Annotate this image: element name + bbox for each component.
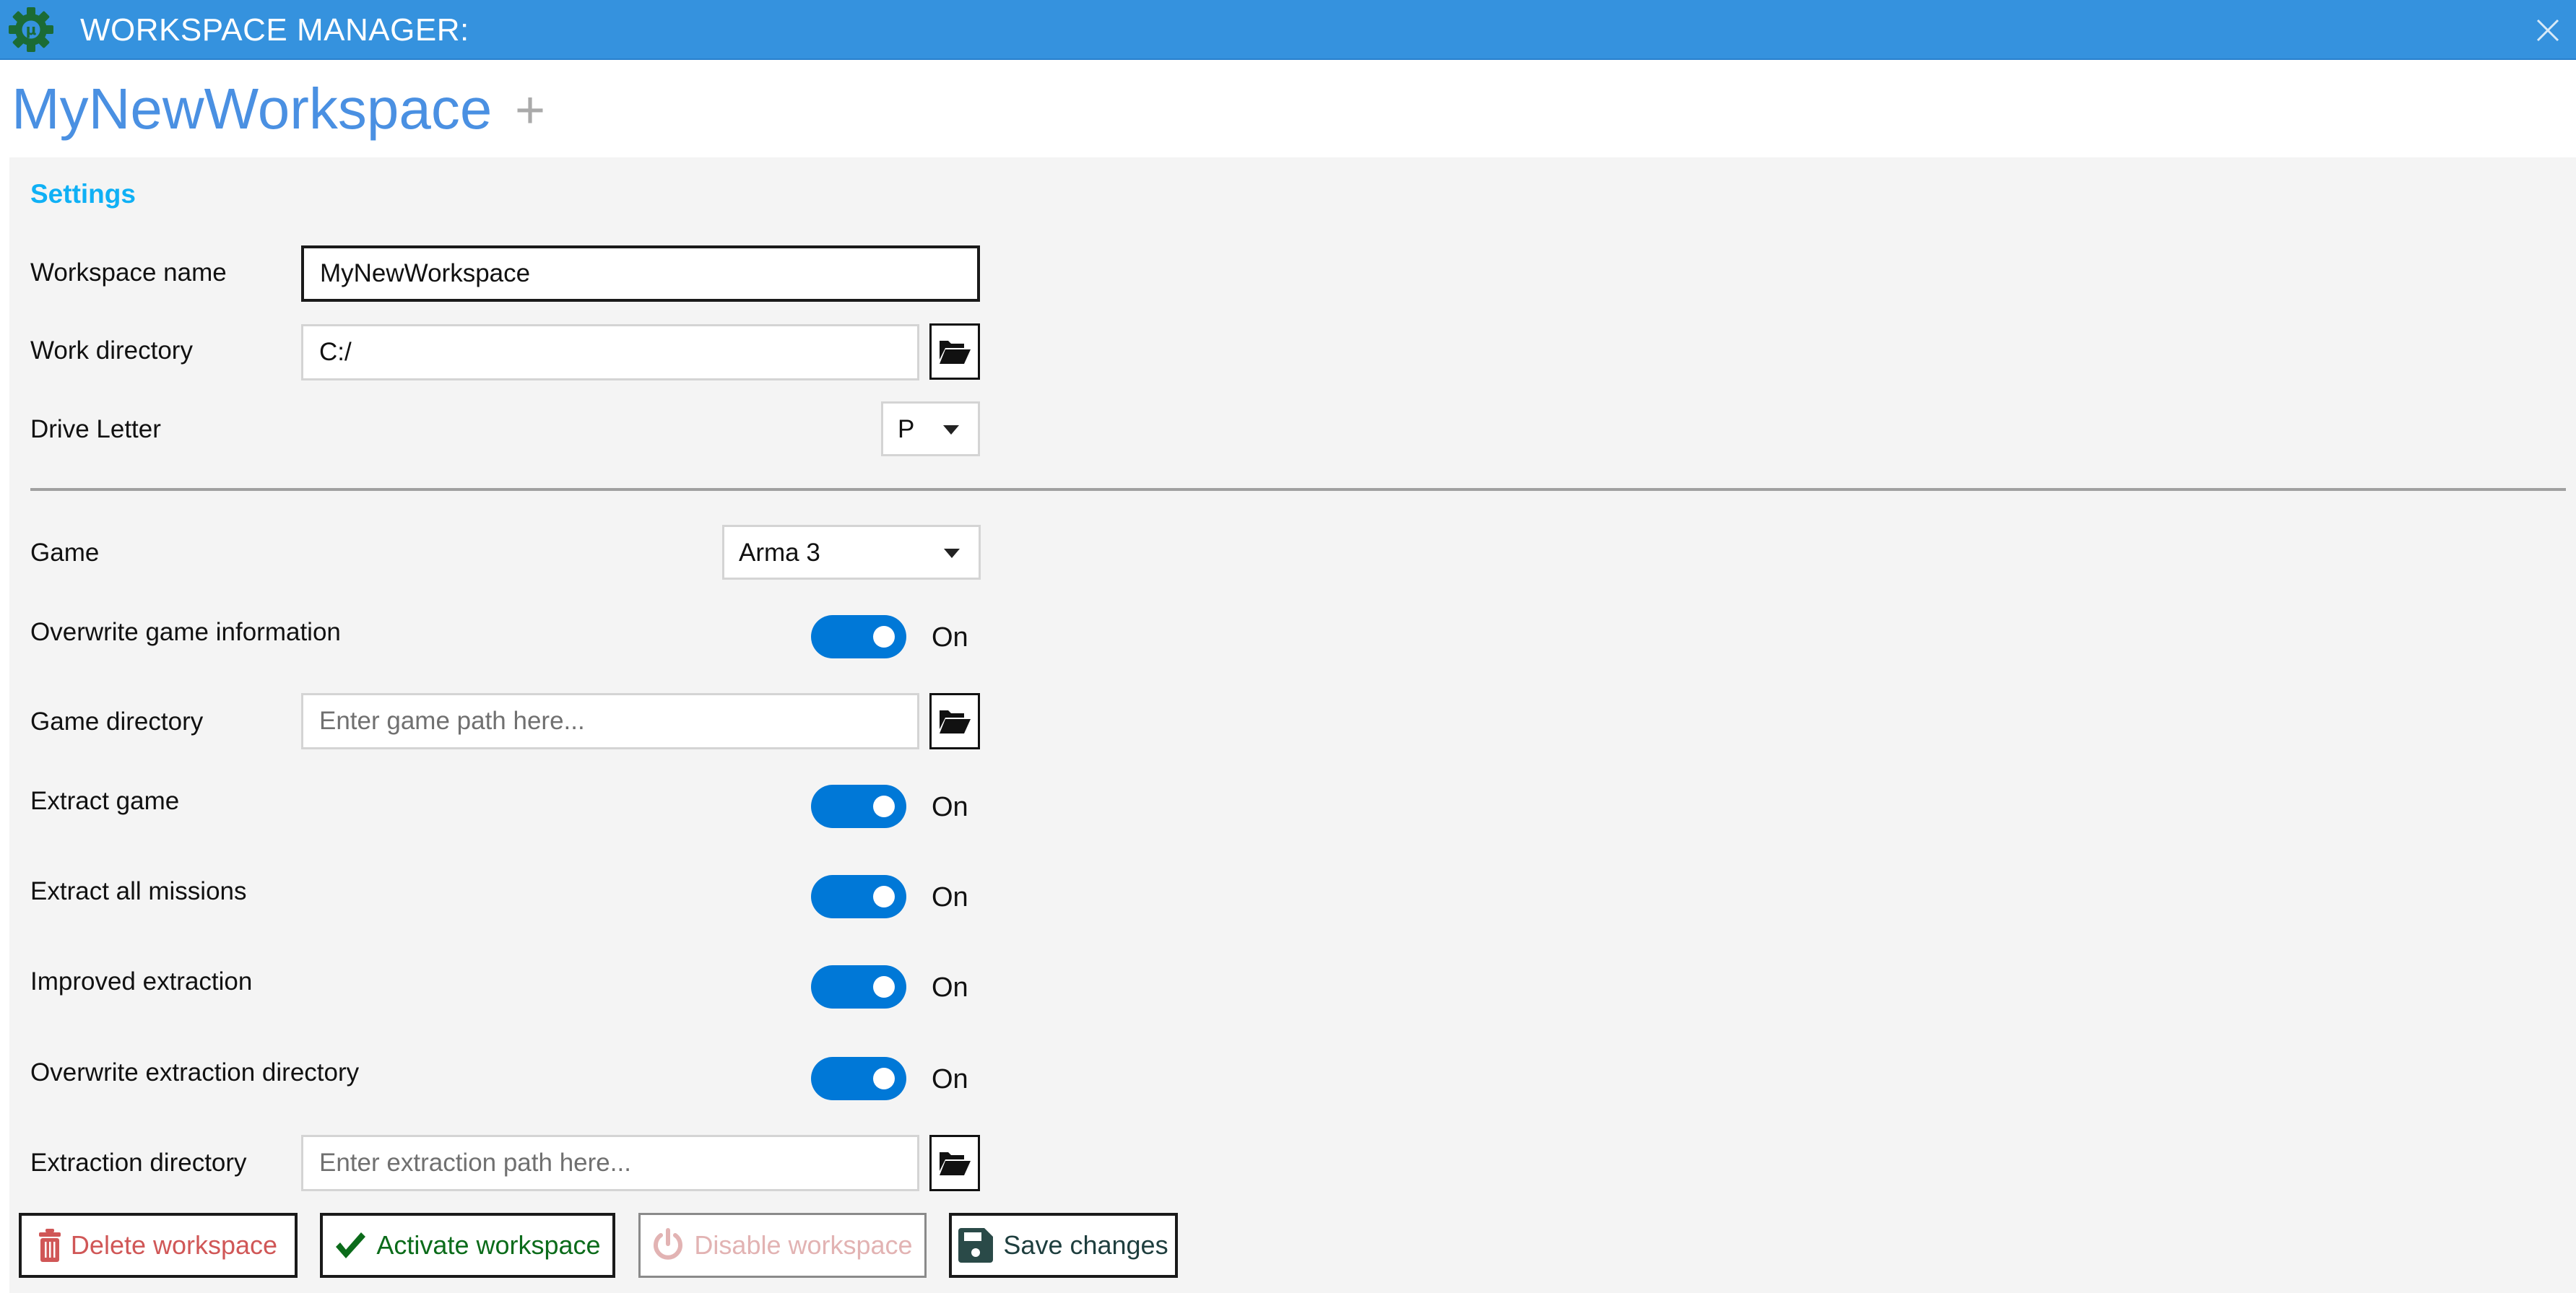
disable-workspace-button[interactable]: Disable workspace <box>638 1213 927 1278</box>
extraction-directory-label: Extraction directory <box>30 1149 247 1177</box>
activate-workspace-label: Activate workspace <box>376 1230 601 1260</box>
drive-letter-value: P <box>898 415 915 443</box>
overwrite-game-info-state: On <box>932 622 968 653</box>
work-directory-browse-button[interactable] <box>929 323 980 380</box>
toggle-knob <box>873 1068 895 1089</box>
gear-mu-icon: μ <box>9 7 53 52</box>
toggle-knob <box>873 886 895 907</box>
power-icon <box>654 1228 683 1260</box>
overwrite-game-info-toggle[interactable] <box>811 615 906 658</box>
improved-extraction-state: On <box>932 972 968 1003</box>
folder-open-icon <box>940 341 971 364</box>
folder-open-icon <box>940 1152 971 1175</box>
improved-extraction-toggle[interactable] <box>811 965 906 1009</box>
svg-text:μ: μ <box>26 21 37 38</box>
trash-icon <box>38 1229 61 1262</box>
floppy-disk-icon <box>958 1228 994 1263</box>
folder-open-icon <box>940 710 971 733</box>
extract-all-missions-state: On <box>932 882 968 913</box>
chevron-down-icon <box>943 425 959 435</box>
extract-game-label: Extract game <box>30 787 180 815</box>
activate-workspace-button[interactable]: Activate workspace <box>320 1213 615 1278</box>
extract-all-missions-label: Extract all missions <box>30 877 247 905</box>
drive-letter-select[interactable]: P <box>881 401 980 456</box>
chevron-down-icon <box>944 549 960 558</box>
save-changes-label: Save changes <box>1003 1230 1168 1260</box>
window-title: WORKSPACE MANAGER: <box>80 12 469 48</box>
save-changes-button[interactable]: Save changes <box>949 1213 1178 1278</box>
overwrite-extraction-dir-label: Overwrite extraction directory <box>30 1058 360 1087</box>
game-value: Arma 3 <box>739 539 820 567</box>
workspace-name-input[interactable] <box>301 245 980 302</box>
overwrite-extraction-dir-toggle[interactable] <box>811 1057 906 1100</box>
section-title: Settings <box>30 179 136 209</box>
title-bar: μ WORKSPACE MANAGER: <box>0 0 2576 60</box>
overwrite-game-info-label: Overwrite game information <box>30 618 341 646</box>
work-directory-input[interactable] <box>301 324 919 380</box>
game-directory-label: Game directory <box>30 708 204 736</box>
extract-all-missions-toggle[interactable] <box>811 875 906 918</box>
drive-letter-label: Drive Letter <box>30 415 161 443</box>
workspace-name-label: Workspace name <box>30 258 227 287</box>
extraction-directory-browse-button[interactable] <box>929 1135 980 1191</box>
delete-workspace-label: Delete workspace <box>70 1230 278 1260</box>
toggle-knob <box>873 626 895 648</box>
game-directory-browse-button[interactable] <box>929 693 980 749</box>
game-label: Game <box>30 539 100 567</box>
game-select[interactable]: Arma 3 <box>722 525 981 580</box>
delete-workspace-button[interactable]: Delete workspace <box>19 1213 298 1278</box>
add-workspace-button[interactable]: + <box>510 78 550 143</box>
tab-workspace[interactable]: MyNewWorkspace <box>12 66 492 152</box>
disable-workspace-label: Disable workspace <box>694 1230 913 1260</box>
toggle-knob <box>873 976 895 998</box>
work-directory-label: Work directory <box>30 336 193 365</box>
improved-extraction-label: Improved extraction <box>30 967 253 996</box>
extract-game-toggle[interactable] <box>811 785 906 828</box>
close-icon[interactable] <box>2528 10 2568 51</box>
checkmark-icon <box>336 1232 366 1258</box>
extract-game-state: On <box>932 792 968 822</box>
extraction-directory-input[interactable] <box>301 1135 919 1191</box>
section-divider <box>30 488 2566 491</box>
toggle-knob <box>873 796 895 817</box>
overwrite-extraction-dir-state: On <box>932 1064 968 1094</box>
game-directory-input[interactable] <box>301 693 919 749</box>
